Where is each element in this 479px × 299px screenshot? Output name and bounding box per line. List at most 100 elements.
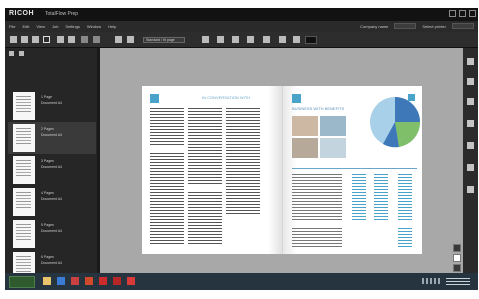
zoom-in-button[interactable] [453, 244, 461, 252]
photo-team [292, 138, 318, 158]
text-column [188, 108, 222, 244]
window-controls [449, 10, 476, 17]
title-bar: RICOH TotalFlow Prep [5, 8, 478, 21]
minimize-button[interactable] [449, 10, 456, 17]
folder-icon[interactable] [43, 277, 51, 285]
photo-people [292, 116, 318, 136]
ricoh-app-icon[interactable] [127, 277, 135, 285]
media-icon[interactable] [467, 120, 474, 127]
select-tool-icon[interactable] [10, 36, 17, 43]
thumbnail-label: 5 Pages Document A4 [41, 223, 63, 233]
page-number-field[interactable] [305, 36, 317, 44]
thumbnail-page-4[interactable] [13, 188, 35, 216]
menu-settings[interactable]: Settings [65, 24, 79, 29]
document-spread: IN CONVERSATION WITH BUSINESS WITH BENEF… [142, 86, 422, 254]
crop-tool-icon[interactable] [32, 36, 39, 43]
pdf-icon[interactable] [99, 277, 107, 285]
single-page-icon[interactable] [81, 36, 88, 43]
start-button[interactable] [9, 276, 35, 288]
menu-list: File Edit View Job Settings Window Help [9, 24, 116, 29]
application-window: RICOH TotalFlow Prep File Edit View Job … [5, 8, 478, 290]
menu-view[interactable]: View [36, 24, 45, 29]
app-logo: RICOH [9, 10, 35, 17]
menu-window[interactable]: Window [87, 24, 101, 29]
right-page-badge [292, 94, 301, 103]
paragraph-gap [188, 184, 222, 190]
company-select[interactable] [394, 23, 417, 29]
grid-view-icon[interactable] [57, 36, 64, 43]
pointer-tool-icon[interactable] [21, 36, 28, 43]
app-icon-dark-red[interactable] [113, 277, 121, 285]
two-page-icon[interactable] [93, 36, 100, 43]
close-button[interactable] [469, 10, 476, 17]
thumbnail-label: 2 Pages Document A4 [41, 127, 63, 137]
print-icon[interactable] [467, 186, 474, 193]
app-title: TotalFlow Prep [45, 11, 79, 17]
thumbnail-label: 6 Pages Document A4 [41, 255, 63, 265]
search-icon[interactable] [263, 36, 270, 43]
browser-icon[interactable] [57, 277, 65, 285]
finishing-icon[interactable] [467, 142, 474, 149]
info-icon[interactable] [293, 36, 300, 43]
table-values-column [352, 174, 366, 222]
clock[interactable] [446, 278, 470, 285]
zoom-select[interactable]: Standard / fit page [143, 37, 185, 43]
properties-icon[interactable] [467, 58, 474, 65]
page-icon[interactable] [217, 36, 224, 43]
printer-select[interactable] [452, 23, 474, 29]
thumbnail-page-1[interactable] [13, 92, 35, 120]
page-fold-shadow [268, 86, 282, 254]
toolbar: Standard / fit page [5, 32, 478, 48]
color-icon[interactable] [467, 164, 474, 171]
settings-icon[interactable] [279, 36, 286, 43]
rotate-icon[interactable] [247, 36, 254, 43]
thumbnail-page-3[interactable] [13, 156, 35, 184]
table-values-column [398, 174, 412, 222]
photo-office [320, 116, 346, 136]
zoom-controls [452, 244, 462, 274]
frame-tool-icon[interactable] [43, 36, 50, 43]
system-tray[interactable] [422, 278, 440, 284]
table-labels-column [292, 174, 342, 222]
fit-width-icon[interactable] [202, 36, 209, 43]
collapse-icon[interactable] [19, 51, 24, 56]
text-column [150, 108, 184, 244]
right-page-heading: BUSINESS WITH BENEFITS [292, 106, 345, 111]
table-values-column [398, 228, 412, 248]
menu-edit[interactable]: Edit [22, 24, 29, 29]
zoom-in-icon[interactable] [127, 36, 134, 43]
printer-label: Select printer [422, 23, 446, 29]
thumbnail-panel: 1 Page Document A4 2 Pages Document A4 3 P… [5, 48, 100, 280]
pages-icon[interactable] [232, 36, 239, 43]
zoom-out-button[interactable] [453, 264, 461, 272]
left-page-heading: IN CONVERSATION WITH [202, 95, 251, 100]
thumbnail-page-2[interactable] [13, 124, 35, 152]
right-tool-sidebar [463, 48, 478, 273]
zoom-out-icon[interactable] [115, 36, 122, 43]
app-icon-orange[interactable] [85, 277, 93, 285]
fit-button[interactable] [453, 254, 461, 262]
menu-bar: File Edit View Job Settings Window Help … [5, 21, 478, 32]
list-view-icon[interactable] [68, 36, 75, 43]
table-values-column [374, 174, 388, 222]
paragraph-gap [226, 214, 260, 244]
page-spine [282, 86, 283, 254]
layers-icon[interactable] [467, 78, 474, 85]
menu-help[interactable]: Help [108, 24, 116, 29]
pie-slice-green [395, 122, 421, 147]
thumbnail-label: 3 Pages Document A4 [41, 159, 63, 169]
panel-header [5, 48, 100, 58]
comments-icon[interactable] [467, 98, 474, 105]
menu-file[interactable]: File [9, 24, 15, 29]
maximize-button[interactable] [459, 10, 466, 17]
thumbnail-label: 4 Pages Document A4 [41, 191, 63, 201]
table-labels-column [292, 228, 342, 248]
thumbnail-page-5[interactable] [13, 220, 35, 248]
table-header-rule [292, 168, 417, 169]
document-viewport[interactable]: IN CONVERSATION WITH BUSINESS WITH BENEF… [100, 48, 463, 273]
app-icon-red[interactable] [71, 277, 79, 285]
company-label: Company name [360, 23, 389, 29]
thumbnail-label: 1 Page Document A4 [41, 95, 63, 105]
menu-job[interactable]: Job [52, 24, 58, 29]
expand-icon[interactable] [9, 51, 14, 56]
